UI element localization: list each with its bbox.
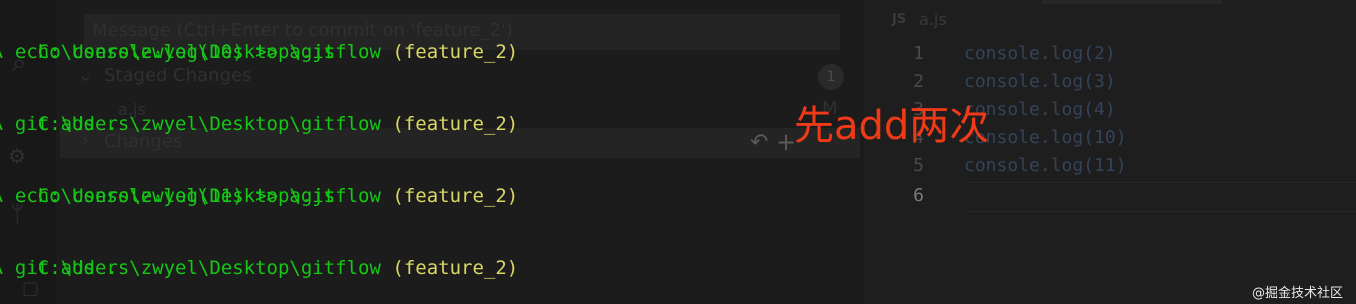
line-number: 2 (913, 71, 924, 92)
annotation-text: 先add两次 (794, 103, 990, 149)
code-editor[interactable]: JS a.js 1 console.log(2) 2 console.log(3… (864, 0, 1356, 304)
editor-tab-bar: JS a.js (864, 0, 1356, 40)
code-line[interactable]: console.log(11) (964, 152, 1127, 180)
watermark: @掘金技术社区 (1252, 286, 1344, 301)
staged-count-badge: 1 (818, 64, 844, 90)
discard-icon[interactable]: ↶ (750, 130, 768, 155)
terminal-panel[interactable]: Message (Ctrl+Enter to commit on 'featur… (0, 0, 860, 304)
code-line[interactable]: console.log(2) (964, 40, 1116, 68)
line-number: 5 (913, 155, 924, 176)
code-line[interactable]: console.log(3) (964, 68, 1116, 96)
terminal-command: λ git add . (0, 257, 118, 279)
current-line-highlight (964, 182, 1356, 212)
tab-strip (1042, 0, 1222, 4)
javascript-file-icon: JS (892, 12, 907, 27)
terminal-command: λ git add . (0, 113, 118, 135)
editor-tab-label[interactable]: a.js (919, 10, 947, 29)
line-number: 6 (913, 185, 924, 206)
terminal-command: λ echo console.log(10) >> a.js (0, 41, 336, 63)
terminal-command: λ echo console.log(11) >> a.js (0, 185, 336, 207)
line-number: 1 (913, 43, 924, 64)
